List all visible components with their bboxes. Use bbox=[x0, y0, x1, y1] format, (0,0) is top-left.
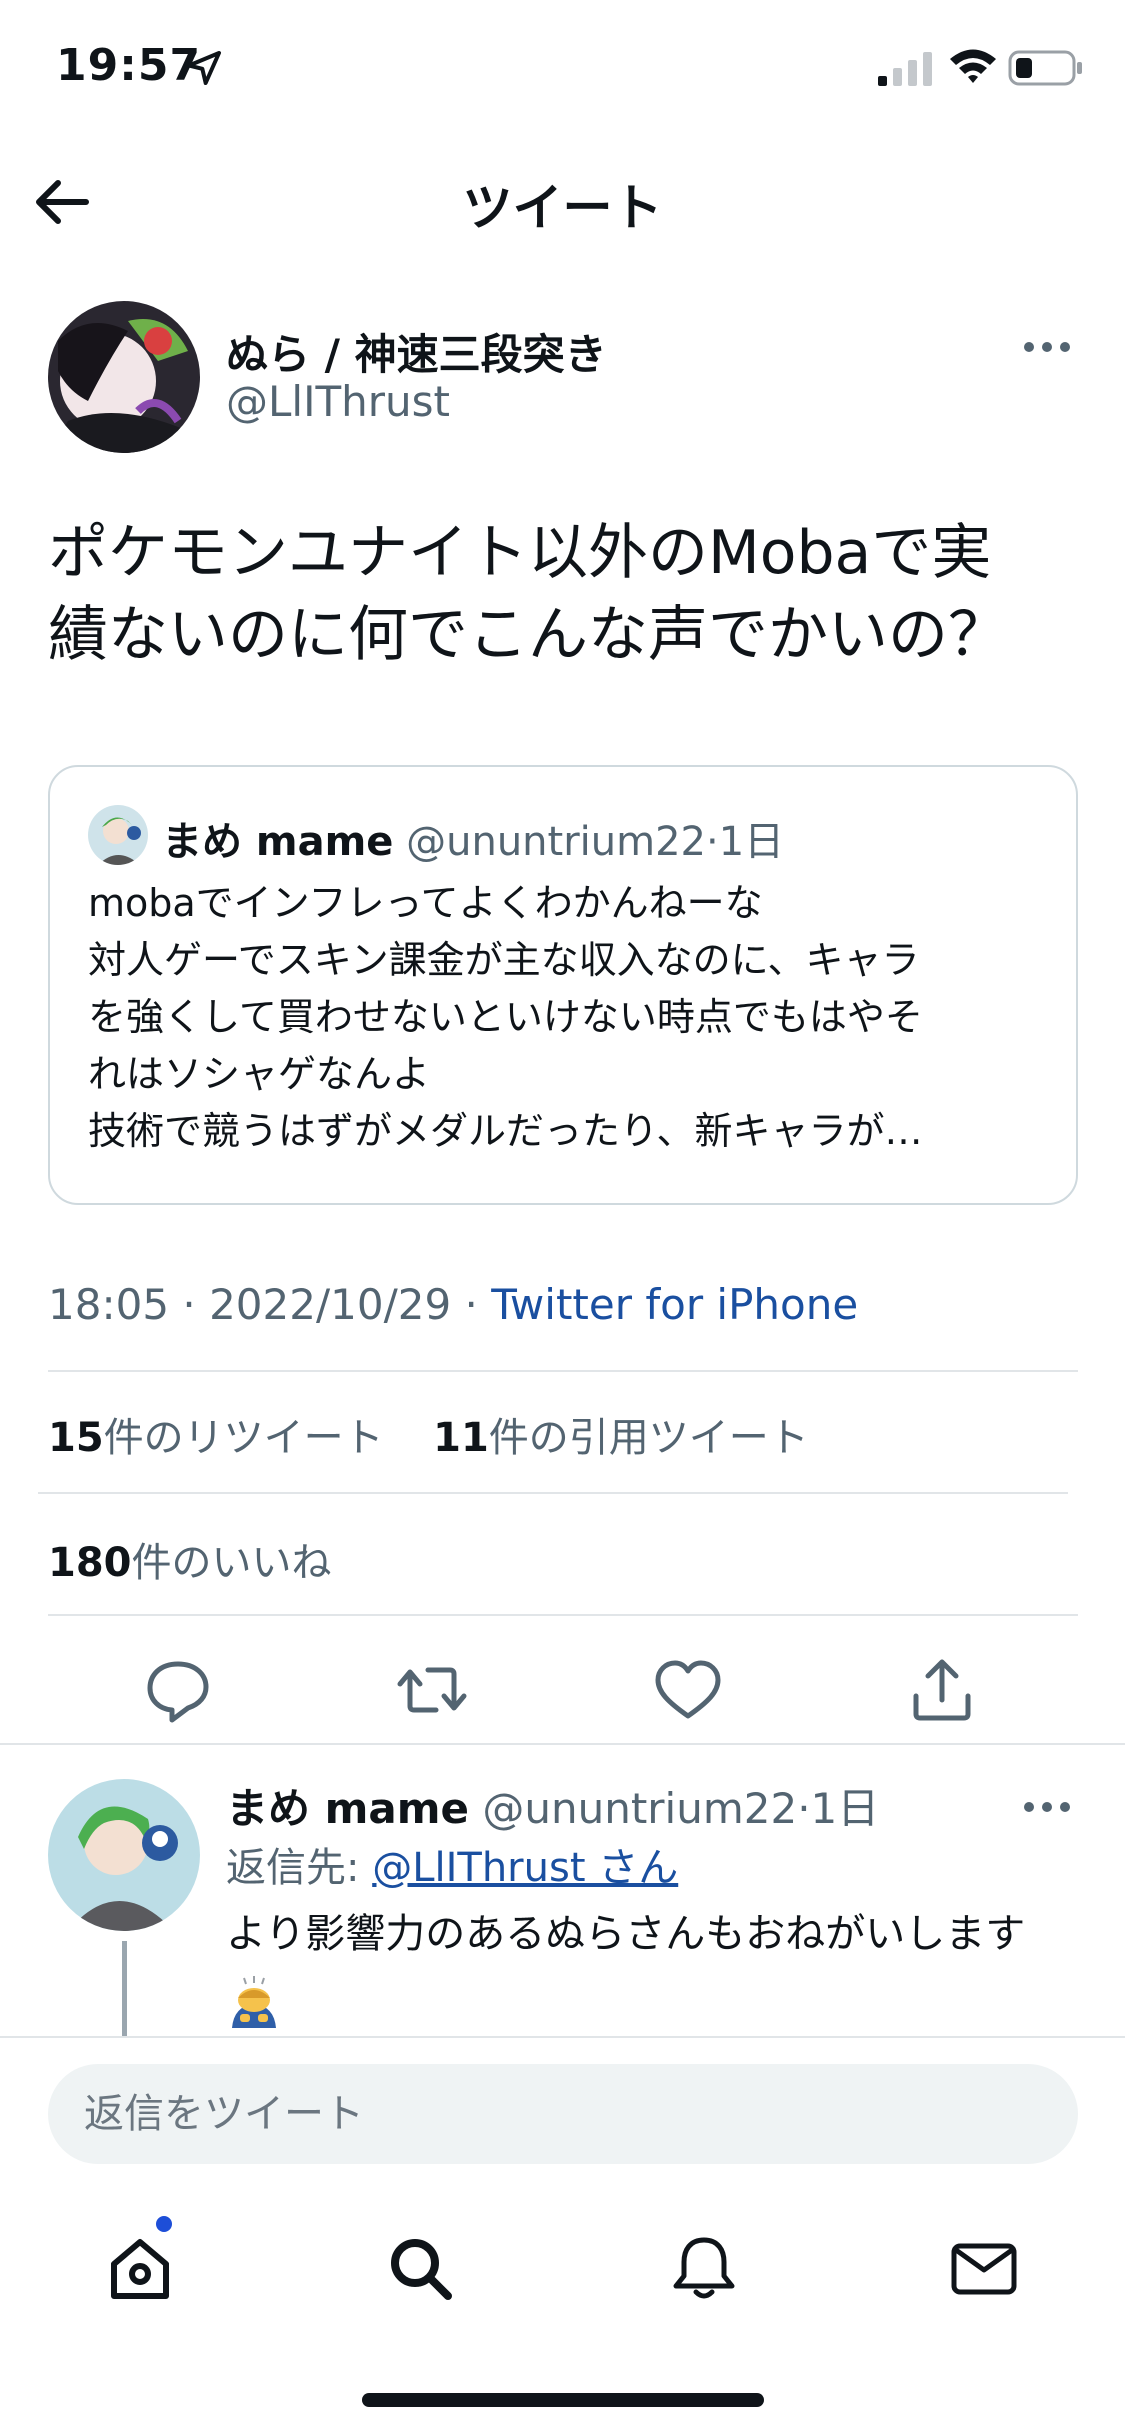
reply-time: ·1日 bbox=[797, 1784, 880, 1833]
quotes-label: 件の引用ツイート bbox=[488, 1415, 809, 1461]
quoted-tweet-line: を強くして買わせないといけない時点でもはやそ bbox=[88, 995, 923, 1039]
replying-to: 返信先: @LlIThrust さん bbox=[226, 1835, 678, 1893]
cellular-signal-icon bbox=[878, 52, 932, 86]
replying-to-label: 返信先: bbox=[226, 1845, 373, 1891]
reply-author-handle[interactable]: @ununtrium22 bbox=[482, 1784, 797, 1833]
tweet-actions bbox=[0, 1640, 1125, 1740]
tweet-text: ポケモンユナイト以外のMobaで実 績ないのに何でこんな声でかいの？ bbox=[48, 512, 1088, 676]
quotes-stat[interactable]: 11件の引用ツイート bbox=[433, 1415, 809, 1461]
quoted-tweet-line: 技術で競うはずがメダルだったり、新キャラが… bbox=[88, 1109, 923, 1153]
timestamp-text: 18:05 · 2022/10/29 · bbox=[48, 1280, 492, 1329]
more-options-icon[interactable] bbox=[1022, 335, 1072, 359]
likes-label: 件のいいね bbox=[131, 1540, 332, 1586]
reply-author-name[interactable]: まめ mame bbox=[226, 1784, 469, 1833]
tweet-text-line: 績ないのに何でこんな声でかいの？ bbox=[48, 600, 1008, 670]
tweet-author: ぬら / 神速三段突き @LlIThrust bbox=[0, 295, 1125, 465]
share-icon[interactable] bbox=[902, 1650, 982, 1730]
bottom-tab-bar bbox=[0, 2176, 1125, 2346]
reply-header: まめ mame @ununtrium22·1日 bbox=[226, 1775, 879, 1836]
author-handle[interactable]: @LlIThrust bbox=[226, 377, 450, 426]
tweet-text-line: ポケモンユナイト以外のMobaで実 bbox=[48, 518, 992, 588]
reply-author-avatar[interactable] bbox=[48, 1779, 200, 1931]
quoted-author-handle: @ununtrium22 bbox=[406, 819, 706, 865]
home-icon[interactable] bbox=[100, 2228, 180, 2308]
quoted-author-name: まめ mame bbox=[162, 819, 394, 865]
reply-icon[interactable] bbox=[138, 1650, 218, 1730]
battery-icon bbox=[1008, 50, 1082, 86]
retweets-count: 15 bbox=[48, 1415, 104, 1461]
likes-stats[interactable]: 180件のいいね bbox=[48, 1530, 332, 1588]
retweets-stat[interactable]: 15件のリツイート bbox=[48, 1415, 384, 1461]
author-avatar[interactable] bbox=[48, 301, 200, 453]
tweet-timestamp: 18:05 · 2022/10/29 · Twitter for iPhone bbox=[48, 1280, 858, 1329]
thread-connector-line bbox=[122, 1941, 127, 2041]
divider bbox=[38, 1492, 1068, 1494]
replying-to-user-link[interactable]: @LlIThrust さん bbox=[372, 1845, 678, 1891]
divider bbox=[48, 1614, 1078, 1616]
location-arrow-icon bbox=[187, 51, 221, 85]
notification-dot bbox=[156, 2216, 172, 2232]
quoted-tweet-line: れはソシャゲなんよ bbox=[88, 1052, 431, 1096]
reply-input[interactable] bbox=[48, 2064, 1078, 2164]
quoted-tweet-line: 対人ゲーでスキン課金が主な収入なのに、キャラ bbox=[88, 938, 920, 982]
reply-text: より影響力のあるぬらさんもおねがいします bbox=[226, 1911, 1026, 1957]
bowing-person-emoji-icon bbox=[232, 1976, 276, 2028]
quoted-tweet-card[interactable]: まめ mame @ununtrium22·1日 mobaでインフレってよくわかん… bbox=[48, 765, 1078, 1205]
likes-count: 180 bbox=[48, 1540, 132, 1586]
quoted-tweet-text: mobaでインフレってよくわかんねーな 対人ゲーでスキン課金が主な収入なのに、キ… bbox=[88, 875, 1048, 1160]
wifi-icon bbox=[950, 49, 996, 83]
home-indicator[interactable] bbox=[362, 2393, 764, 2407]
navigation-bar: ツイート bbox=[0, 140, 1125, 260]
quotes-count: 11 bbox=[433, 1415, 489, 1461]
like-heart-icon[interactable] bbox=[648, 1650, 728, 1730]
page-title: ツイート bbox=[462, 179, 663, 237]
tweet-source-link[interactable]: Twitter for iPhone bbox=[491, 1280, 858, 1329]
status-bar: 19:57 bbox=[0, 0, 1125, 140]
quoted-author-avatar bbox=[88, 805, 148, 865]
reply-tweet[interactable]: まめ mame @ununtrium22·1日 返信先: @LlIThrust … bbox=[0, 1745, 1125, 2041]
author-name[interactable]: ぬら / 神速三段突き bbox=[226, 321, 607, 382]
quoted-tweet-line: mobaでインフレってよくわかんねーな bbox=[88, 881, 763, 925]
quoted-tweet-header: まめ mame @ununtrium22·1日 bbox=[162, 809, 784, 867]
quoted-tweet-time: ·1日 bbox=[706, 819, 785, 865]
retweet-icon[interactable] bbox=[392, 1650, 472, 1730]
notifications-bell-icon[interactable] bbox=[664, 2228, 744, 2308]
reply-compose-bar bbox=[0, 2036, 1125, 2176]
retweet-quote-stats: 15件のリツイート 11件の引用ツイート bbox=[48, 1405, 809, 1463]
messages-envelope-icon[interactable] bbox=[944, 2228, 1024, 2308]
divider bbox=[48, 1370, 1078, 1372]
retweets-label: 件のリツイート bbox=[103, 1415, 384, 1461]
reply-more-options-icon[interactable] bbox=[1022, 1795, 1072, 1819]
status-time: 19:57 bbox=[56, 40, 202, 91]
search-icon[interactable] bbox=[380, 2228, 460, 2308]
